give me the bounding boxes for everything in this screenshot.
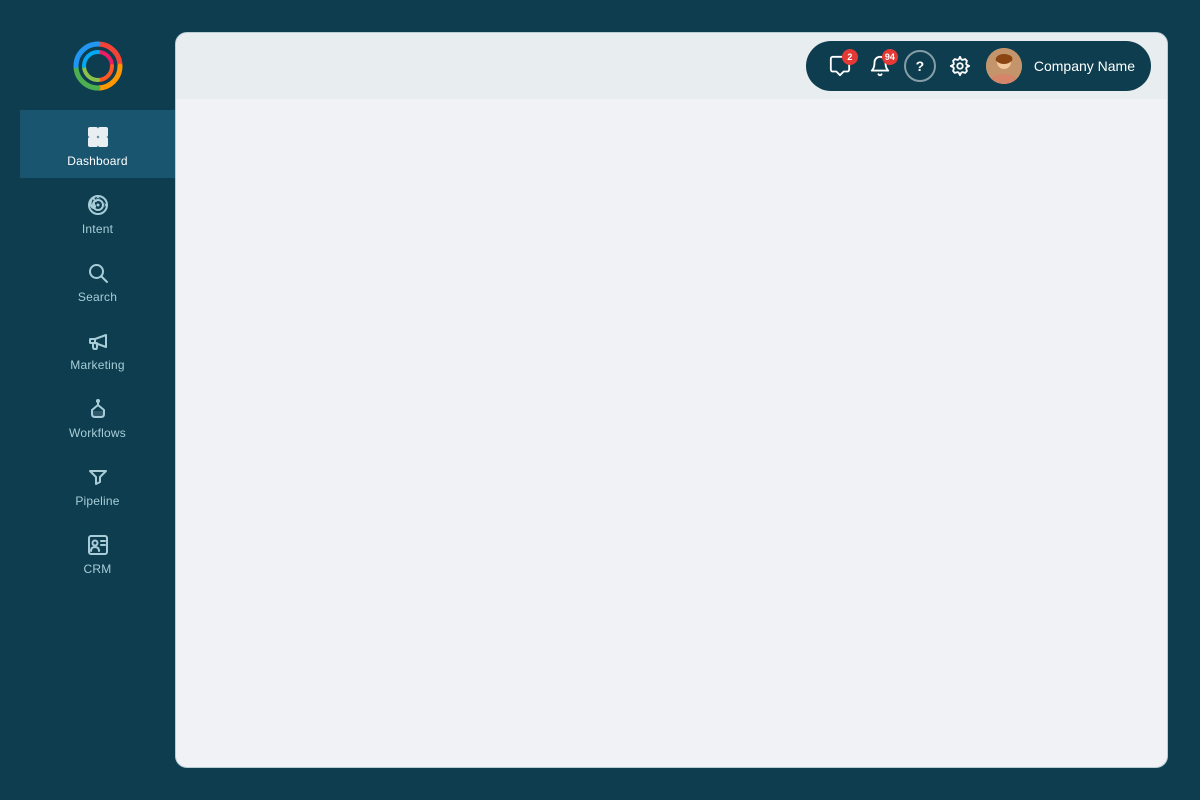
notifications-badge: 94: [882, 49, 898, 65]
sidebar: Dashboard Intent: [20, 20, 175, 780]
help-button[interactable]: ?: [904, 50, 936, 82]
header: 2 94 ?: [176, 33, 1167, 99]
messages-button[interactable]: 2: [822, 48, 858, 84]
sidebar-item-marketing[interactable]: Marketing: [20, 314, 175, 382]
sidebar-item-crm-label: CRM: [84, 562, 112, 576]
sidebar-item-pipeline-label: Pipeline: [75, 494, 119, 508]
sidebar-item-dashboard[interactable]: Dashboard: [20, 110, 175, 178]
page-body: [176, 99, 1167, 767]
notifications-button[interactable]: 94: [862, 48, 898, 84]
header-actions: 2 94 ?: [806, 41, 1151, 91]
sidebar-item-search[interactable]: Search: [20, 246, 175, 314]
main-content: 2 94 ?: [175, 32, 1168, 768]
filter-icon: [85, 464, 111, 490]
workflows-icon: [85, 396, 111, 422]
grid-icon: [85, 124, 111, 150]
sidebar-nav: Dashboard Intent: [20, 110, 175, 586]
sidebar-item-search-label: Search: [78, 290, 117, 304]
help-label: ?: [916, 58, 925, 74]
sidebar-item-intent[interactable]: Intent: [20, 178, 175, 246]
crm-icon: [85, 532, 111, 558]
avatar[interactable]: [986, 48, 1022, 84]
megaphone-icon: [85, 328, 111, 354]
settings-button[interactable]: [942, 48, 978, 84]
sidebar-item-crm[interactable]: CRM: [20, 518, 175, 586]
sidebar-item-workflows-label: Workflows: [69, 426, 126, 440]
sidebar-item-pipeline[interactable]: Pipeline: [20, 450, 175, 518]
app-wrapper: Dashboard Intent: [20, 20, 1180, 780]
search-icon: [85, 260, 111, 286]
sidebar-item-workflows[interactable]: Workflows: [20, 382, 175, 450]
sidebar-item-marketing-label: Marketing: [70, 358, 125, 372]
sidebar-item-dashboard-label: Dashboard: [67, 154, 128, 168]
company-name: Company Name: [1034, 58, 1135, 74]
app-logo[interactable]: [70, 38, 126, 94]
messages-badge: 2: [842, 49, 858, 65]
target-icon: [85, 192, 111, 218]
sidebar-item-intent-label: Intent: [82, 222, 113, 236]
